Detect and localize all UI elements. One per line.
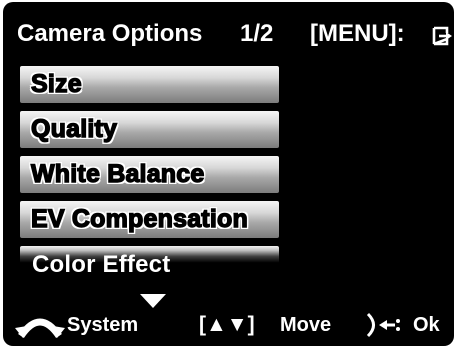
menu-hint: [MENU]: [310,20,405,47]
menu-list: Size Quality White Balance EV Compensati… [20,66,279,291]
menu-item-label: Color Effect [32,251,171,278]
menu-item-color-effect[interactable]: Color Effect [20,246,279,283]
menu-item-quality[interactable]: Quality [20,111,279,148]
screen-title: Camera Options [17,20,203,47]
camera-screen: Camera Options 1/2 [MENU]: Size Quality … [3,2,454,346]
footer-hints: System [▲▼] Move Ok [3,294,454,344]
menu-item-label: EV Compensation [30,204,248,233]
dial-arrows-icon [15,318,65,338]
menu-item-label: White Balance [30,159,205,188]
header: Camera Options 1/2 [MENU]: [17,16,452,50]
menu-item-ev-compensation[interactable]: EV Compensation [20,201,279,238]
exit-arrow-icon[interactable] [431,26,453,46]
menu-item-size[interactable]: Size [20,66,279,103]
menu-item-white-balance[interactable]: White Balance [20,156,279,193]
move-label: Move [280,314,332,336]
menu-item-label: Size [30,69,82,98]
ok-button-icon [366,312,400,338]
move-keys-icon: [▲▼] [199,313,255,336]
scroll-down-arrow-icon [140,294,166,308]
page-indicator: 1/2 [240,20,274,47]
system-label: System [67,314,139,336]
ok-label: Ok [413,314,440,336]
menu-item-label: Quality [30,114,118,143]
